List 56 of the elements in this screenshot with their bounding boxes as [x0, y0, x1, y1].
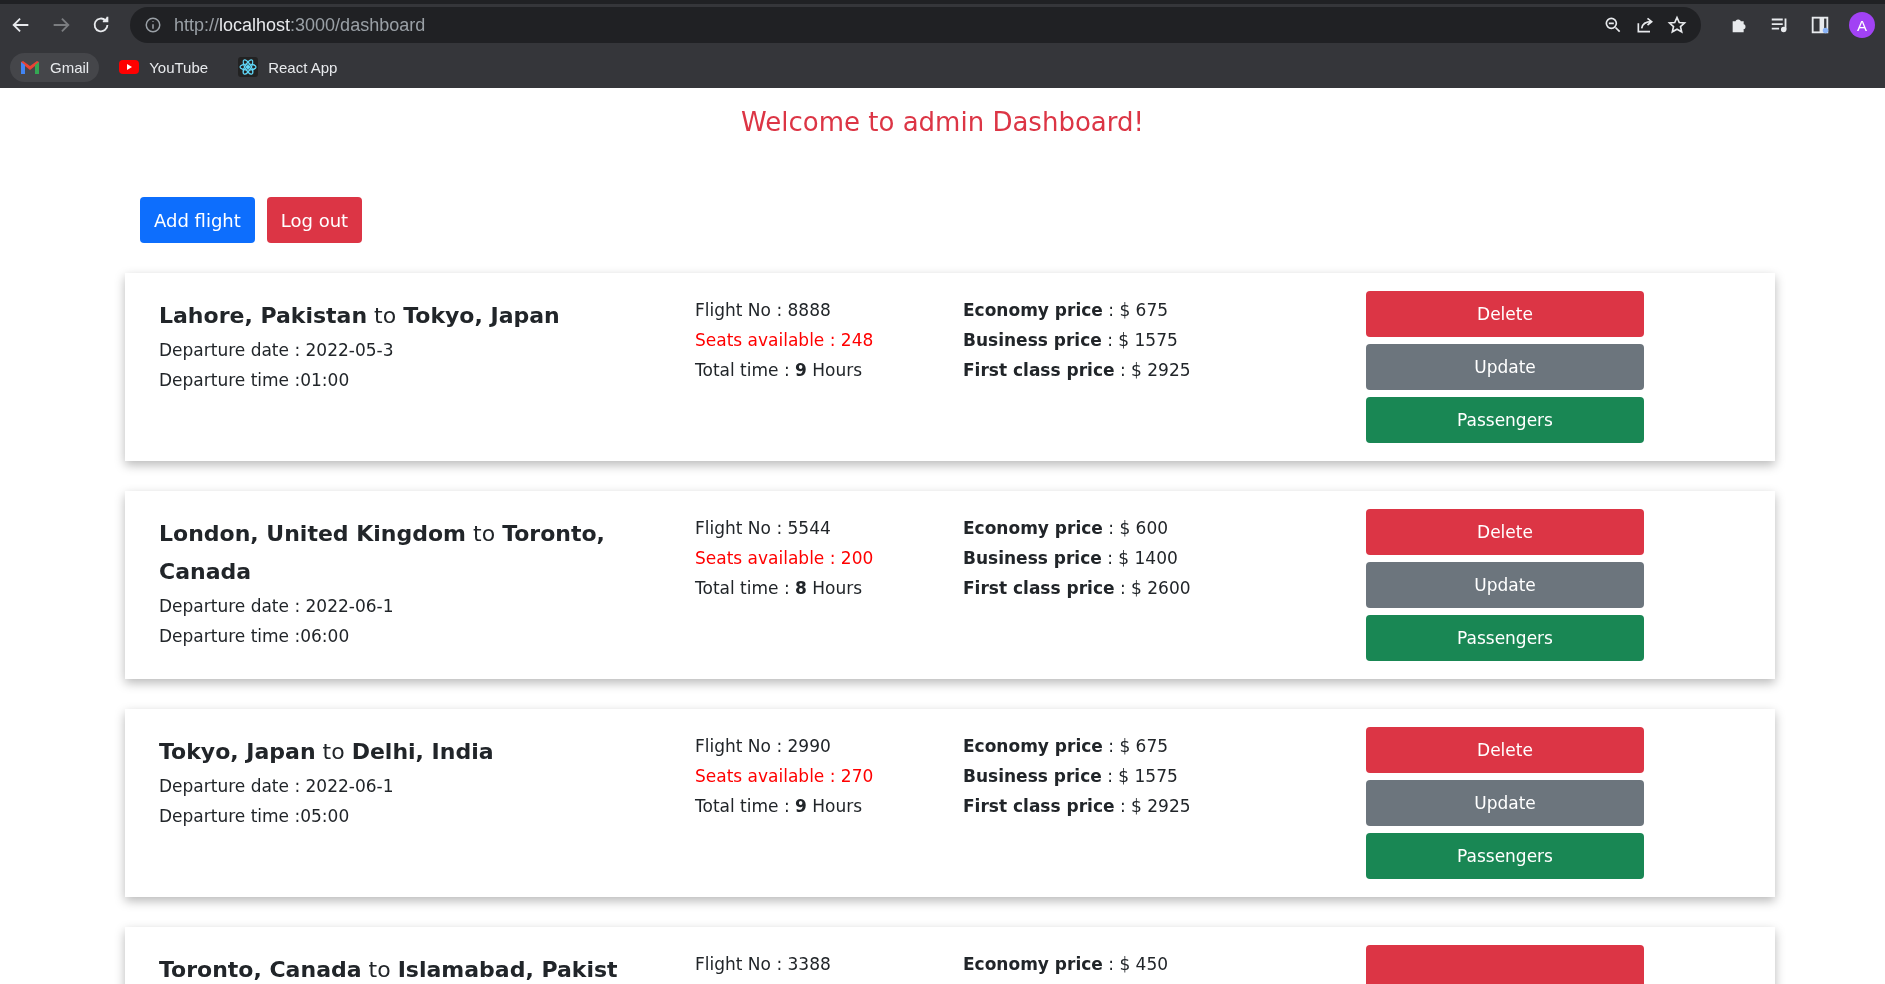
flight-info-text: Flight No : 8888: [695, 299, 832, 322]
bookmark[interactable]: Gmail: [10, 52, 100, 82]
price-text: Business price : $ 1400: [963, 547, 1179, 570]
bookmark[interactable]: React App: [228, 51, 348, 83]
route-title: Lahore, Pakistan to Tokyo, Japan: [159, 302, 561, 330]
page-heading: Welcome to admin Dashboard!: [741, 106, 1144, 139]
delete-button[interactable]: Delete: [1366, 291, 1644, 337]
share-icon[interactable]: [1635, 15, 1655, 35]
price-text: First class price : $ 2925: [963, 795, 1192, 818]
star-icon[interactable]: [1667, 15, 1687, 35]
flight-info-text: Total time : 9 Hours: [695, 359, 864, 382]
price-text: Economy price : $ 675: [963, 735, 1170, 758]
departure-text: Departure time :06:00: [159, 625, 351, 648]
info-icon[interactable]: [144, 16, 162, 34]
add-flight-button[interactable]: Add flight: [140, 197, 255, 243]
flight-info-text: Seats available : 200: [695, 547, 875, 570]
passengers-button[interactable]: Passengers: [1366, 833, 1644, 879]
price-text: Economy price : $ 600: [963, 517, 1170, 540]
flight-info-text: Flight No : 3388: [695, 953, 832, 976]
profile-avatar[interactable]: A: [1849, 12, 1875, 38]
departure-text: Departure date : 2022-06-1: [159, 595, 395, 618]
price-text: First class price : $ 2600: [963, 577, 1192, 600]
route-title: London, United Kingdom to Toronto, Canada: [159, 520, 606, 586]
delete-button[interactable]: Delete: [1366, 509, 1644, 555]
flight-info-text: Flight No : 5544: [695, 517, 832, 540]
price-text: First class price : $ 2925: [963, 359, 1192, 382]
address-bar[interactable]: http://localhost:3000/dashboard: [130, 7, 1701, 43]
route-title: Toronto, Canada to Islamabad, Pakist: [159, 956, 619, 984]
passengers-button[interactable]: Passengers: [1366, 615, 1644, 661]
url-text: http://localhost:3000/dashboard: [174, 14, 427, 36]
price-text: Economy price : $ 450: [963, 953, 1170, 976]
route-title: Tokyo, Japan to Delhi, India: [159, 738, 495, 766]
passengers-button[interactable]: Passengers: [1366, 397, 1644, 443]
delete-button[interactable]: Delete: [1366, 727, 1644, 773]
bookmark[interactable]: YouTube: [109, 52, 219, 82]
departure-text: Departure time :01:00: [159, 369, 351, 392]
flight-info-text: Seats available : 248: [695, 329, 875, 352]
play-icon: [119, 60, 140, 74]
atom-icon: [238, 57, 259, 77]
price-text: Business price : $ 1575: [963, 329, 1179, 352]
departure-text: Departure date : 2022-05-3: [159, 339, 395, 362]
log-out-button[interactable]: Log out: [266, 197, 363, 243]
price-text: Business price : $ 1575: [963, 765, 1179, 788]
departure-text: Departure date : 2022-06-1: [159, 775, 395, 798]
departure-text: Departure time :05:00: [159, 805, 351, 828]
flight-info-text: Total time : 9 Hours: [695, 795, 864, 818]
flight-info-text: Flight No : 2990: [695, 735, 832, 758]
price-text: Economy price : $ 675: [963, 299, 1170, 322]
side-panel-icon[interactable]: [1809, 14, 1831, 36]
zoom-out-icon[interactable]: [1603, 15, 1623, 35]
update-button[interactable]: Update: [1366, 562, 1644, 608]
envelope-icon: [20, 59, 40, 75]
update-button[interactable]: Update: [1366, 780, 1644, 826]
flight-info-text: Seats available : 270: [695, 765, 875, 788]
update-button[interactable]: Update: [1366, 344, 1644, 390]
flight-info-text: Total time : 8 Hours: [695, 577, 864, 600]
